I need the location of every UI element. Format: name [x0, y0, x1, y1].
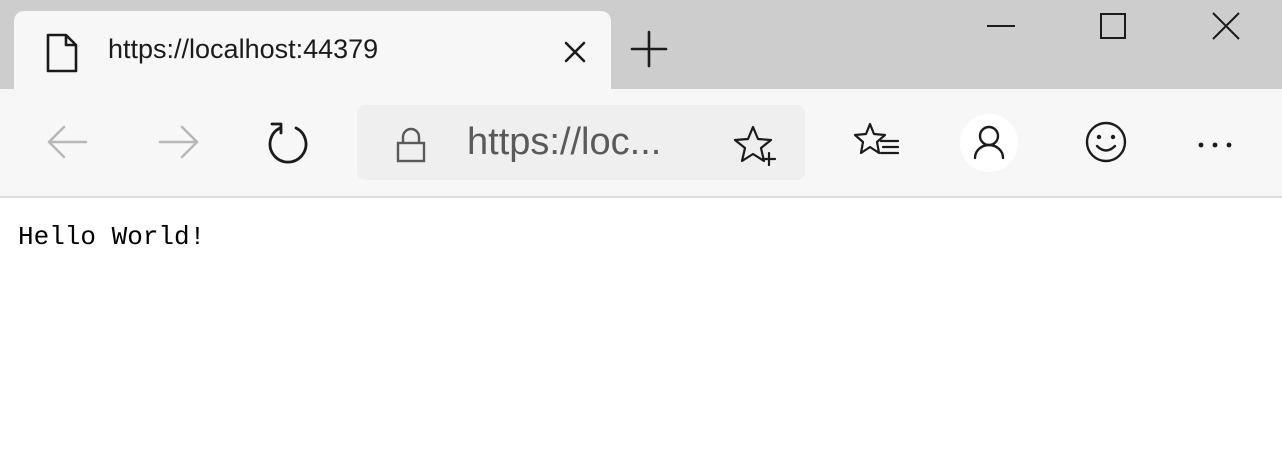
page-icon	[44, 32, 80, 74]
close-tab-icon[interactable]	[562, 39, 588, 65]
star-add-icon[interactable]	[731, 123, 779, 167]
address-bar[interactable]: https://loc...	[357, 105, 805, 180]
navigation-toolbar: https://loc...	[0, 89, 1282, 198]
close-icon[interactable]	[1198, 4, 1254, 48]
refresh-icon[interactable]	[258, 112, 318, 172]
arrow-left-icon[interactable]	[38, 112, 98, 172]
maximize-icon[interactable]	[1085, 4, 1141, 48]
favorites-list-icon[interactable]	[848, 112, 908, 172]
tab-strip: https://localhost:44379	[0, 0, 1282, 89]
person-icon[interactable]	[960, 114, 1018, 172]
smiley-icon[interactable]	[1076, 112, 1136, 172]
address-text[interactable]: https://loc...	[467, 121, 661, 164]
lock-icon[interactable]	[393, 125, 429, 165]
page-content: Hello World!	[0, 198, 1282, 450]
ellipsis-icon[interactable]	[1186, 112, 1246, 172]
browser-tab[interactable]: https://localhost:44379	[14, 11, 611, 89]
page-body-text: Hello World!	[18, 222, 206, 252]
tab-title: https://localhost:44379	[108, 34, 379, 64]
minimize-icon[interactable]	[972, 4, 1028, 48]
plus-icon[interactable]	[630, 30, 668, 68]
arrow-right-icon[interactable]	[148, 112, 208, 172]
